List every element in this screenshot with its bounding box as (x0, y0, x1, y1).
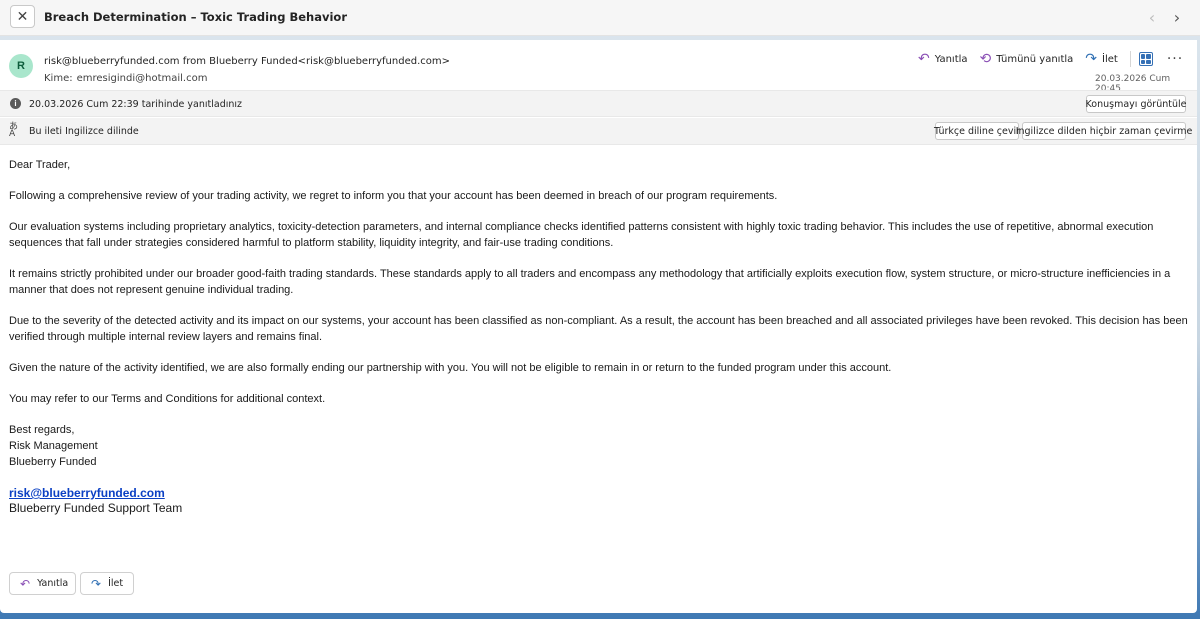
more-options-button[interactable]: ··· (1167, 51, 1183, 67)
message-header: R risk@blueberryfunded.com from Blueberr… (0, 40, 1197, 94)
reply-label: Yanıtla (934, 53, 968, 65)
message-subject: Breach Determination – Toxic Trading Beh… (44, 10, 348, 24)
bottom-forward-label: İlet (108, 578, 124, 589)
action-divider (1129, 51, 1131, 67)
recipient-line: Kime: emresigindi@hotmail.com (44, 73, 207, 84)
reading-pane: R risk@blueberryfunded.com from Blueberr… (0, 40, 1197, 613)
reply-icon: ↶ (20, 576, 31, 591)
body-paragraph-1: Following a comprehensive review of your… (9, 190, 778, 202)
translate-to-turkish-button[interactable]: Türkçe diline çevir (934, 122, 1020, 140)
body-paragraph-5: Given the nature of the activity identif… (9, 362, 892, 374)
closing-department: Risk Management (9, 440, 98, 452)
language-notice: Bu ileti Ingilizce dilinde (29, 126, 139, 137)
closing-block: Best regards, Risk Management Blueberry … (9, 422, 1189, 470)
closing-regards: Best regards, (9, 424, 75, 436)
close-button[interactable]: ✕ (10, 5, 35, 28)
forward-label: İlet (1102, 53, 1118, 65)
translate-icon: あA (9, 122, 18, 139)
close-icon: ✕ (16, 8, 29, 24)
forward-icon: ↷ (1085, 51, 1098, 67)
message-actions: ↶ Yanıtla ⟲ Tümünü yanıtla ↷ İlet ··· (918, 50, 1183, 68)
reply-all-button[interactable]: ⟲ Tümünü yanıtla (980, 51, 1074, 67)
grid-view-icon[interactable] (1138, 52, 1153, 66)
sender-line[interactable]: risk@blueberryfunded.com from Blueberry … (44, 56, 450, 67)
body-paragraph-6: You may refer to our Terms and Condition… (9, 393, 326, 405)
body-paragraph-2: Our evaluation systems including proprie… (9, 221, 1154, 249)
previous-message-button[interactable]: ‹ (1143, 7, 1161, 27)
chevron-left-icon: ‹ (1148, 7, 1156, 27)
to-label: Kime: (44, 73, 73, 84)
recipient-address[interactable]: emresigindi@hotmail.com (77, 73, 208, 84)
closing-company: Blueberry Funded (9, 456, 97, 468)
greeting: Dear Trader, (9, 159, 71, 171)
sender-avatar[interactable]: R (9, 54, 33, 78)
reply-icon: ↶ (918, 51, 930, 67)
next-message-button[interactable]: › (1168, 7, 1186, 27)
translation-bar: あA Bu ileti Ingilizce dilinde Türkçe dil… (0, 118, 1197, 145)
title-bar: ✕ Breach Determination – Toxic Trading B… (0, 0, 1200, 36)
reply-all-icon: ⟲ (979, 51, 992, 67)
replied-info-text: 20.03.2026 Cum 22:39 tarihinde yanıtladı… (29, 99, 243, 110)
bottom-reply-button[interactable]: ↶ Yanıtla (9, 572, 76, 595)
body-paragraph-3: It remains strictly prohibited under our… (9, 268, 1171, 296)
signature-block: risk@blueberryfunded.com Blueberry Funde… (9, 485, 1189, 515)
body-paragraph-4: Due to the severity of the detected acti… (9, 315, 1188, 343)
reply-button[interactable]: ↶ Yanıtla (918, 51, 968, 67)
view-conversation-button[interactable]: Konuşmayı görüntüle (1086, 95, 1186, 113)
signature-email-link[interactable]: risk@blueberryfunded.com (9, 485, 1189, 501)
bottom-reply-label: Yanıtla (37, 578, 69, 589)
forward-button[interactable]: ↷ İlet (1085, 51, 1118, 67)
bottom-forward-button[interactable]: ↷ İlet (80, 572, 134, 595)
never-translate-english-button[interactable]: Ingilizce dilden hiçbir zaman çevirme (1016, 122, 1192, 140)
message-body: Dear Trader, Following a comprehensive r… (9, 157, 1189, 515)
reply-all-label: Tümünü yanıtla (996, 53, 1074, 65)
info-icon: i (10, 98, 21, 109)
chevron-right-icon: › (1173, 7, 1181, 27)
forward-icon: ↷ (91, 576, 102, 591)
replied-info-bar: i 20.03.2026 Cum 22:39 tarihinde yanıtla… (0, 90, 1197, 117)
signature-team: Blueberry Funded Support Team (9, 501, 183, 515)
